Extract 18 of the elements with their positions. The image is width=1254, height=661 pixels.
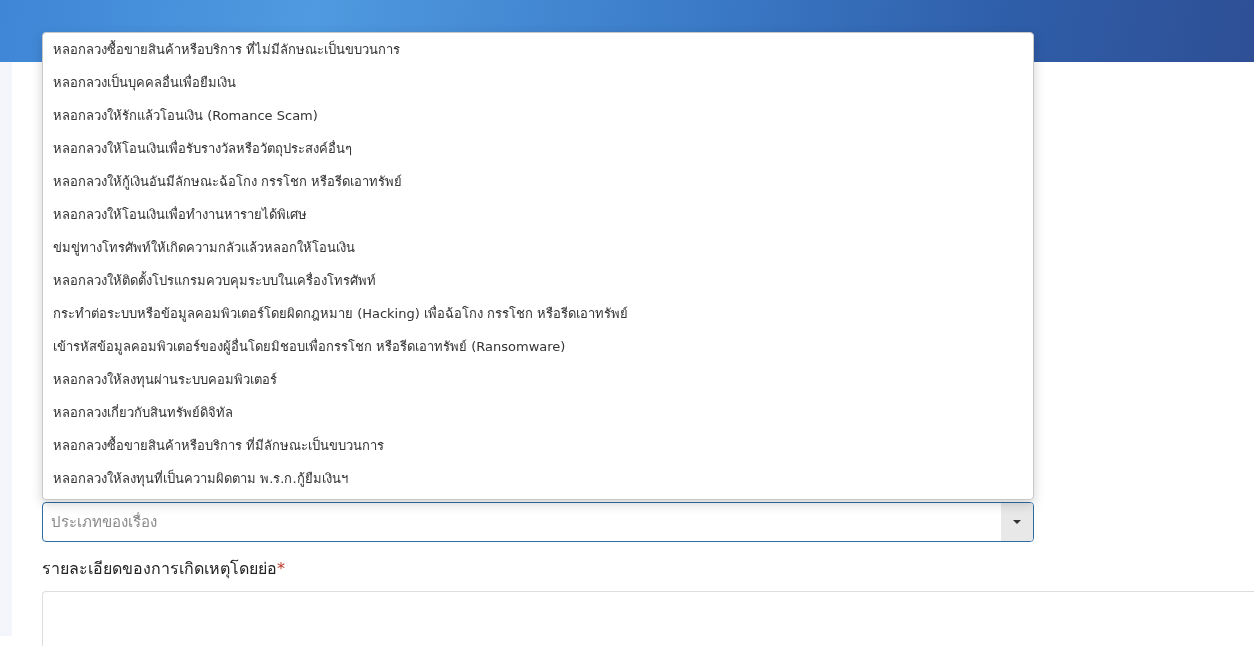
details-label: รายละเอียดของการเกิดเหตุโดยย่อ* bbox=[42, 558, 286, 581]
dropdown-option[interactable]: หลอกลวงให้ลงทุนผ่านระบบคอมพิวเตอร์ bbox=[43, 363, 1033, 396]
dropdown-toggle[interactable] bbox=[1001, 503, 1033, 541]
dropdown-option[interactable]: กระทำต่อระบบหรือข้อมูลคอมพิวเตอร์โดยผิดกฎหมาย (Hacking) เพื่อฉ้อโกง กรรโชก หรือรีดเอาทรัพย์ bbox=[43, 297, 1033, 330]
caret-icon bbox=[1013, 520, 1021, 524]
dropdown-option[interactable]: หลอกลวงให้กู้เงินอันมีลักษณะฉ้อโกง กรรโชก หรือรีดเอาทรัพย์ bbox=[43, 165, 1033, 198]
details-textarea[interactable] bbox=[42, 591, 1254, 646]
dropdown-option[interactable]: หลอกลวงซื้อขายสินค้าหรือบริการ ที่ไม่มีลักษณะเป็นขบวนการ bbox=[43, 33, 1033, 66]
dropdown-option[interactable]: หลอกลวงซื้อขายสินค้าหรือบริการ ที่มีลักษณะเป็นขบวนการ bbox=[43, 429, 1033, 462]
dropdown-option[interactable]: ข่มขู่ทางโทรศัพท์ให้เกิดความกลัวแล้วหลอกให้โอนเงิน bbox=[43, 231, 1033, 264]
dropdown-option[interactable]: หลอกลวงเกี่ยวกับสินทรัพย์ดิจิทัล bbox=[43, 396, 1033, 429]
dropdown-option[interactable]: หลอกลวงให้ลงทุนที่เป็นความผิดตาม พ.ร.ก.กู้ยืมเงินฯ bbox=[43, 462, 1033, 495]
dropdown-option[interactable]: หลอกลวงให้รักแล้วโอนเงิน (Romance Scam) bbox=[43, 99, 1033, 132]
dropdown-option[interactable]: หลอกลวงให้ติดตั้งโปรแกรมควบคุมระบบในเครื่องโทรศัพท์ bbox=[43, 264, 1033, 297]
dropdown-option[interactable]: เข้ารหัสข้อมูลคอมพิวเตอร์ของผู้อื่นโดยมิชอบเพื่อกรรโชก หรือรีดเอาทรัพย์ (Ransomware) bbox=[43, 330, 1033, 363]
dropdown-option[interactable]: หลอกลวงเป็นบุคคลอื่นเพื่อยืมเงิน bbox=[43, 66, 1033, 99]
dropdown-option[interactable]: หลอกลวงให้โอนเงินเพื่อทำงานหารายได้พิเศษ bbox=[43, 198, 1033, 231]
dropdown-option[interactable]: หลอกลวงให้โอนเงินเพื่อรับรางวัลหรือวัตถุประสงค์อื่นๆ bbox=[43, 132, 1033, 165]
